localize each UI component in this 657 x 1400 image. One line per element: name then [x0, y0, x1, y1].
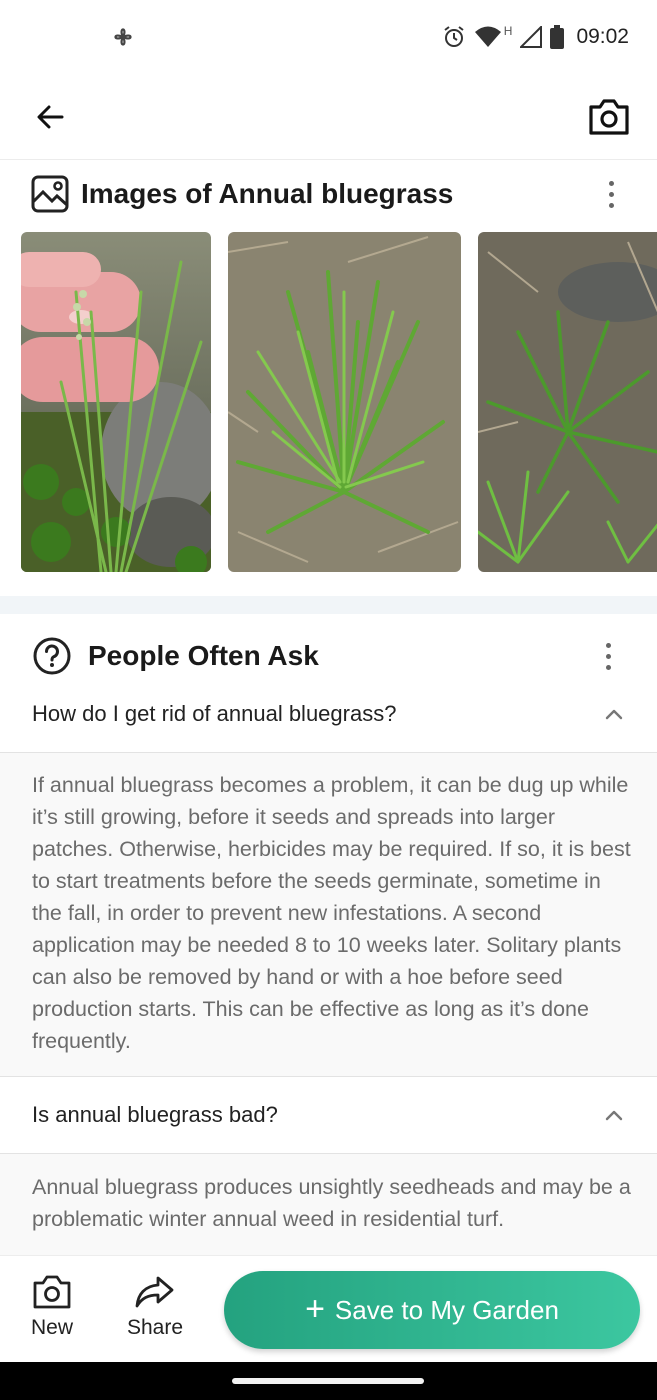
alarm-icon [444, 26, 464, 47]
network-type-label: H [503, 24, 513, 38]
faq-answer-1: If annual bluegrass becomes a problem, i… [0, 752, 657, 1077]
images-section-title: Images of Annual bluegrass [81, 178, 454, 209]
faq-question-1[interactable]: How do I get rid of annual bluegrass? [0, 676, 657, 752]
faq-question-text: Is annual bluegrass bad? [32, 1102, 278, 1127]
faq-section-title: People Often Ask [88, 640, 319, 671]
camera-icon [589, 99, 629, 135]
faq-section-header: People Often Ask [0, 634, 657, 678]
camera-icon [33, 1275, 71, 1309]
annual-bluegrass-photo-3[interactable] [478, 232, 657, 572]
app-bar [0, 75, 657, 160]
fan-icon [114, 28, 132, 46]
annual-bluegrass-photo-1[interactable] [21, 232, 211, 572]
bottom-action-bar: New Share + Save to My Garden [0, 1255, 657, 1362]
share-label: Share [126, 1316, 184, 1339]
chevron-up-icon [605, 709, 623, 720]
faq-more-button[interactable] [596, 636, 620, 676]
status-bar: H 09:02 [0, 0, 657, 75]
camera-button[interactable] [585, 93, 633, 141]
share-button[interactable]: Share [115, 1274, 195, 1354]
back-button[interactable] [28, 95, 72, 139]
wifi-icon [474, 26, 501, 47]
back-arrow-icon [37, 105, 64, 129]
help-circle-icon [33, 637, 71, 675]
chevron-up-icon [605, 1110, 623, 1121]
section-divider [0, 596, 657, 614]
images-more-button[interactable] [599, 174, 623, 214]
signal-icon [520, 26, 543, 48]
save-to-garden-label: Save to My Garden [334, 1294, 559, 1325]
faq-question-text: How do I get rid of annual bluegrass? [32, 701, 397, 726]
home-gesture-handle[interactable] [232, 1378, 424, 1384]
share-icon [135, 1276, 174, 1308]
system-navigation-bar [0, 1362, 657, 1400]
gallery-icon [31, 175, 69, 213]
clock-time: 09:02 [576, 25, 629, 48]
new-label: New [30, 1316, 73, 1339]
battery-icon [550, 25, 565, 49]
new-button[interactable]: New [12, 1274, 92, 1354]
faq-question-2[interactable]: Is annual bluegrass bad? [0, 1077, 657, 1153]
faq-answer-text: If annual bluegrass becomes a problem, i… [32, 773, 631, 1053]
images-section-header: Images of Annual bluegrass [0, 172, 657, 216]
image-gallery[interactable] [0, 232, 657, 572]
save-to-garden-button[interactable]: + Save to My Garden [224, 1271, 640, 1349]
annual-bluegrass-photo-2[interactable] [228, 232, 461, 572]
more-vert-icon [608, 180, 614, 186]
faq-answer-text: Annual bluegrass produces unsightly seed… [32, 1175, 631, 1231]
plus-icon: + [305, 1289, 325, 1328]
more-vert-icon [605, 642, 611, 648]
faq-answer-2: Annual bluegrass produces unsightly seed… [0, 1153, 657, 1255]
